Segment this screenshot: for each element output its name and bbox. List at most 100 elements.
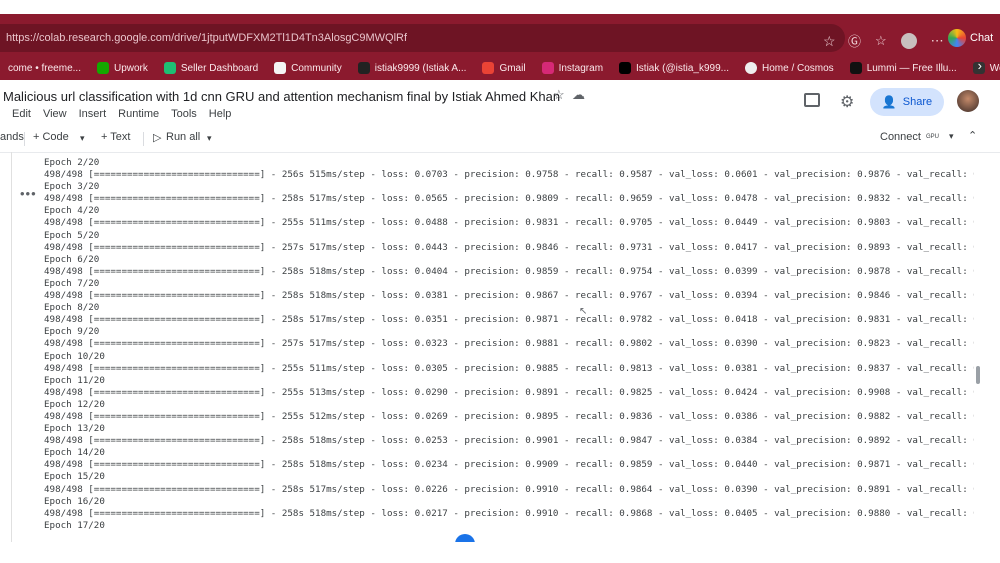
bookmark-item[interactable]: istiak9999 (Istiak A...: [350, 62, 475, 74]
run-all-dropdown-icon[interactable]: ▾: [207, 133, 212, 144]
log-line: Epoch 3/20: [44, 181, 100, 193]
star-icon[interactable]: ☆: [553, 87, 565, 103]
menu-item[interactable]: Insert: [79, 108, 107, 120]
log-line: Epoch 13/20: [44, 423, 105, 435]
menu-item[interactable]: Edit: [12, 108, 31, 120]
gear-icon[interactable]: ⚙: [840, 92, 854, 112]
more-menu-icon[interactable]: ⋯: [931, 33, 944, 49]
gmail-icon: [482, 62, 495, 74]
url-field[interactable]: https://colab.research.google.com/drive/…: [0, 24, 845, 52]
log-line: Epoch 15/20: [44, 471, 105, 483]
profile-icon[interactable]: [900, 32, 917, 49]
bookmark-item[interactable]: Lummi — Free Illu...: [842, 62, 965, 74]
bookmark-label: Gmail: [499, 62, 526, 74]
community-icon: [274, 62, 287, 74]
mouse-cursor-icon: ↖: [579, 306, 588, 317]
toolbar-divider: [24, 132, 25, 146]
log-line: Epoch 2/20: [44, 157, 100, 168]
log-line: 498/498 [==============================]…: [44, 314, 974, 326]
bookmark-item[interactable]: come • freeme...: [0, 63, 89, 74]
bookmark-label: come • freeme...: [8, 62, 81, 74]
bookmarks-bar: come • freeme... Upwork Seller Dashboard…: [0, 56, 1000, 80]
log-line: Epoch 17/20: [44, 519, 105, 531]
cloud-saved-icon: ☁: [572, 87, 585, 102]
chat-button[interactable]: Chat: [948, 29, 993, 47]
chevron-up-icon[interactable]: ⌃: [968, 129, 977, 142]
bookmark-item[interactable]: Gmail: [474, 62, 533, 74]
log-line: Epoch 9/20: [44, 326, 100, 338]
reading-list-icon[interactable]: ☆: [875, 33, 887, 49]
log-line: Epoch 4/20: [44, 205, 100, 217]
menu-item[interactable]: Runtime: [118, 108, 159, 120]
log-line: 498/498 [==============================]…: [44, 169, 974, 181]
log-line: 498/498 [==============================]…: [44, 459, 974, 471]
share-button[interactable]: 👤 Share: [870, 88, 944, 116]
log-line: Epoch 7/20: [44, 277, 100, 289]
commands-button[interactable]: ands: [0, 131, 24, 143]
gpu-label: GPU: [926, 134, 940, 140]
window-top: [0, 0, 1000, 20]
bookmark-label: istiak9999 (Istiak A...: [374, 62, 467, 74]
connect-dropdown-icon[interactable]: ▾: [949, 131, 954, 142]
bookmark-item[interactable]: Community: [266, 62, 350, 74]
log-line: 498/498 [==============================]…: [44, 193, 974, 205]
bottom-bar: [0, 542, 1000, 563]
extension-icon[interactable]: Ⓖ: [848, 31, 861, 50]
log-line: Epoch 6/20: [44, 253, 100, 265]
cosmos-icon: [745, 62, 757, 74]
avatar[interactable]: [957, 90, 979, 112]
instagram-icon: [541, 62, 554, 74]
scrollbar[interactable]: [976, 366, 980, 384]
log-line: 498/498 [==============================]…: [44, 265, 974, 277]
bookmark-item[interactable]: Upwork: [89, 62, 156, 74]
bookmark-label: Istiak (@istia_k999...: [636, 62, 729, 74]
add-code-button[interactable]: + Code: [33, 131, 69, 143]
bookmark-label: Community: [291, 62, 342, 74]
bookmark-label: Upwork: [113, 62, 148, 74]
add-text-button[interactable]: + Text: [101, 131, 130, 143]
connect-button[interactable]: Connect: [880, 131, 921, 143]
bookmark-label: Home / Cosmos: [762, 62, 834, 74]
log-line: 498/498 [==============================]…: [44, 410, 974, 422]
bookmark-star-icon[interactable]: ☆: [823, 33, 836, 50]
x-icon: [619, 62, 632, 74]
bookmark-item[interactable]: Web Scraping | Aw...: [965, 62, 1000, 74]
notebook-title[interactable]: Malicious url classification with 1d cnn…: [3, 89, 560, 104]
bookmark-item[interactable]: Home / Cosmos: [737, 62, 842, 74]
menu-bar: Edit View Insert Runtime Tools Help: [0, 108, 231, 120]
log-line: 498/498 [==============================]…: [44, 290, 974, 302]
chat-label: Chat: [970, 32, 994, 44]
github-icon: [357, 62, 370, 74]
log-line: 498/498 [==============================]…: [44, 338, 974, 350]
bookmark-label: Lummi — Free Illu...: [866, 62, 957, 74]
comment-icon[interactable]: [804, 93, 820, 107]
bookmarks-more-chevron-icon[interactable]: ›: [978, 58, 982, 73]
code-dropdown-icon[interactable]: ▾: [80, 133, 85, 144]
menu-item[interactable]: Help: [209, 108, 232, 120]
log-line: 498/498 [==============================]…: [44, 241, 974, 253]
bookmark-item[interactable]: Seller Dashboard: [156, 62, 266, 74]
menu-item[interactable]: Tools: [171, 108, 197, 120]
bookmark-item[interactable]: Istiak (@istia_k999...: [611, 62, 737, 74]
bookmark-item[interactable]: Instagram: [534, 62, 611, 74]
training-log: Epoch 2/20 498/498 [=====================…: [44, 157, 974, 532]
run-all-play-icon[interactable]: ▷: [153, 131, 161, 144]
log-line: 498/498 [==============================]…: [44, 362, 974, 374]
log-line: Epoch 12/20: [44, 398, 105, 410]
bookmark-label: Seller Dashboard: [180, 62, 259, 74]
output-actions-icon[interactable]: •••: [20, 186, 37, 201]
log-line: Epoch 16/20: [44, 495, 105, 507]
seller-dashboard-icon: [163, 62, 176, 74]
lummi-icon: [849, 62, 862, 74]
url-text[interactable]: https://colab.research.google.com/drive/…: [6, 32, 407, 44]
menu-item[interactable]: View: [43, 108, 67, 120]
share-label: Share: [902, 96, 933, 108]
run-all-button[interactable]: Run all: [166, 131, 200, 143]
share-people-icon: 👤: [881, 95, 897, 109]
log-line: Epoch 10/20: [44, 350, 105, 362]
log-line: Epoch 14/20: [44, 447, 105, 459]
extensions-bar: Ⓖ ☆ ⋯: [848, 31, 944, 50]
log-line: Epoch 5/20: [44, 229, 100, 241]
upwork-icon: [96, 62, 109, 74]
log-line: 498/498 [==============================]…: [44, 507, 974, 519]
